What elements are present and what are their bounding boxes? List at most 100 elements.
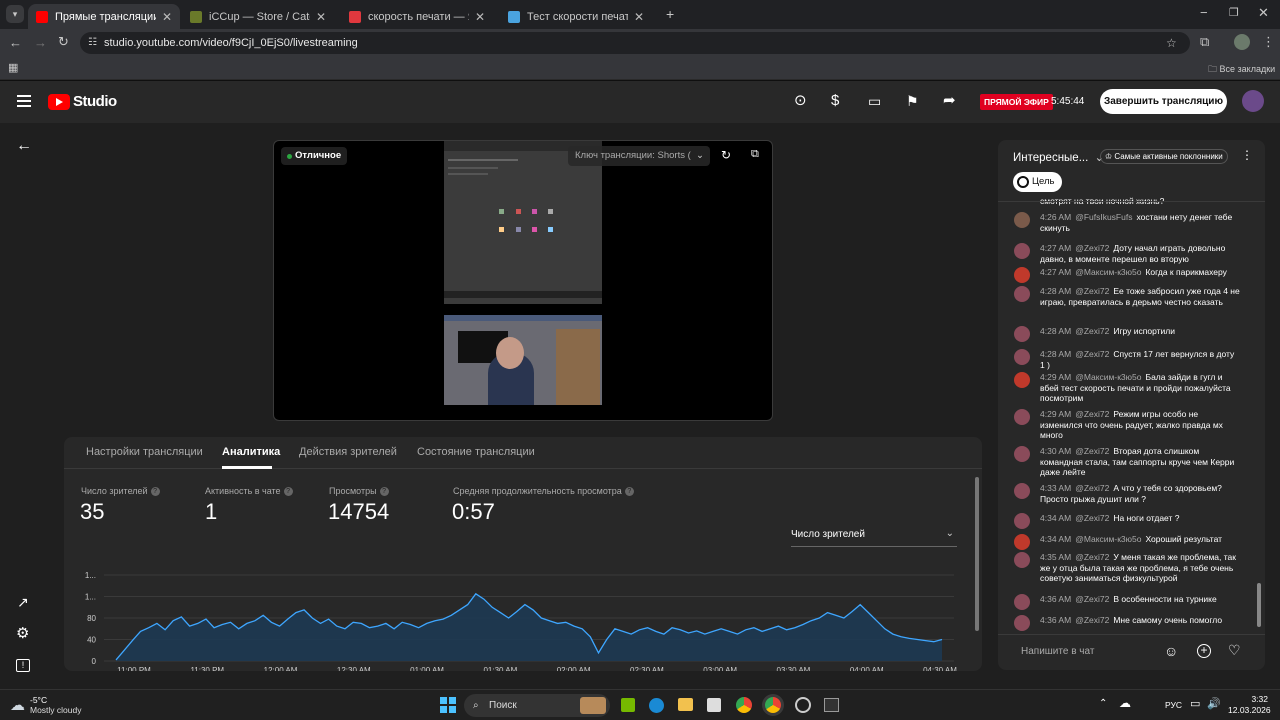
- chat-author[interactable]: @Zexi72: [1075, 552, 1109, 562]
- help-icon[interactable]: ?: [150, 487, 160, 497]
- tab-viewer-actions[interactable]: Действия зрителей: [299, 446, 397, 458]
- chrome-menu-icon[interactable]: ⋮: [1262, 35, 1275, 49]
- help-icon[interactable]: ?: [379, 487, 389, 497]
- tab-stream-status[interactable]: Состояние трансляции: [417, 446, 535, 458]
- chat-author[interactable]: @FufsIkusFufs: [1075, 212, 1132, 222]
- chat-author[interactable]: @Максим-к3ю5о: [1075, 534, 1141, 544]
- chat-author[interactable]: @Zexi72: [1075, 349, 1109, 359]
- chat-author[interactable]: @Zexi72: [1075, 286, 1109, 296]
- tray-network-icon[interactable]: ▭: [1190, 697, 1200, 710]
- chat-author[interactable]: @Максим-к3ю5о: [1075, 372, 1141, 382]
- tray-volume-icon[interactable]: 🔊: [1207, 697, 1221, 710]
- chat-author[interactable]: @Zexi72: [1075, 615, 1109, 625]
- apps-grid-icon[interactable]: ▦: [8, 61, 18, 75]
- chat-avatar[interactable]: [1014, 446, 1030, 462]
- chat-avatar[interactable]: [1014, 409, 1030, 425]
- media-icon[interactable]: ▭: [868, 94, 881, 108]
- help-icon[interactable]: ?: [283, 487, 293, 497]
- browser-tab[interactable]: скорость печати — Яндекс: на ✕: [341, 4, 493, 29]
- chat-avatar[interactable]: [1014, 243, 1030, 259]
- settings-gear-icon[interactable]: ⚙: [16, 626, 29, 641]
- terminal-app-icon[interactable]: [824, 698, 839, 712]
- tab-close-icon[interactable]: ✕: [162, 10, 172, 24]
- tab-search-icon[interactable]: ▾: [6, 5, 24, 23]
- share-icon[interactable]: ➦: [943, 93, 956, 108]
- browser-tab[interactable]: Тест скорости печати ✕: [500, 4, 652, 29]
- chat-author[interactable]: @Zexi72: [1075, 446, 1109, 456]
- card-scrollbar[interactable]: [975, 477, 979, 631]
- close-window-icon[interactable]: ✕: [1258, 6, 1269, 20]
- metric-select[interactable]: Число зрителей ⌄: [791, 528, 957, 547]
- chat-author[interactable]: @Zexi72: [1075, 409, 1109, 419]
- bookmark-icon[interactable]: ⚑: [906, 94, 919, 108]
- profile-avatar[interactable]: [1234, 34, 1250, 50]
- explorer-app-icon[interactable]: [678, 698, 693, 711]
- chat-avatar[interactable]: [1014, 349, 1030, 365]
- edge-app-icon[interactable]: [649, 698, 664, 713]
- refresh-key-icon[interactable]: ↻: [721, 148, 731, 162]
- weather-widget[interactable]: ☁ -5°C Mostly cloudy: [10, 695, 82, 715]
- forward-icon[interactable]: →: [34, 36, 47, 50]
- chat-avatar[interactable]: [1014, 534, 1030, 550]
- chat-avatar[interactable]: [1014, 326, 1030, 342]
- url-input[interactable]: ☷ studio.youtube.com/video/f9CjI_0EjS0/l…: [80, 32, 1190, 54]
- monetization-icon[interactable]: ⊙: [794, 93, 807, 108]
- stream-key-select[interactable]: Ключ трансляции: Shorts ( ⌄: [568, 146, 710, 166]
- chat-avatar[interactable]: [1014, 552, 1030, 568]
- heart-icon[interactable]: ♡: [1228, 642, 1241, 659]
- tray-clock[interactable]: 3:32 12.03.2026: [1228, 694, 1271, 716]
- maximize-icon[interactable]: ❐: [1229, 6, 1239, 20]
- chat-author[interactable]: @Zexi72: [1075, 513, 1109, 523]
- chat-avatar[interactable]: [1014, 513, 1030, 529]
- hamburger-menu-icon[interactable]: [17, 95, 31, 107]
- taskbar-search[interactable]: ⌕ Поиск: [464, 694, 610, 717]
- back-arrow-icon[interactable]: ←: [16, 138, 32, 154]
- stream-preview[interactable]: Отличное Ключ трансляции: Shorts ( ⌄ ↻ ⧉: [273, 140, 773, 421]
- channel-avatar[interactable]: [1242, 90, 1264, 112]
- tab-close-icon[interactable]: ✕: [316, 10, 326, 24]
- chat-avatar[interactable]: [1014, 267, 1030, 283]
- super-chat-icon[interactable]: $: [831, 93, 839, 108]
- extensions-icon[interactable]: ⧉: [1200, 35, 1209, 49]
- browser-tab[interactable]: Прямые трансляции - YouTube ✕: [28, 4, 180, 29]
- tab-stream-settings[interactable]: Настройки трансляции: [86, 446, 203, 458]
- chat-author[interactable]: @Максим-к3ю5о: [1075, 267, 1141, 277]
- chat-author[interactable]: @Zexi72: [1075, 483, 1109, 493]
- feedback-icon[interactable]: !: [16, 659, 30, 672]
- tray-language[interactable]: РУС: [1165, 700, 1182, 710]
- goal-button[interactable]: Цель: [1013, 172, 1062, 192]
- end-stream-button[interactable]: Завершить трансляцию: [1100, 89, 1227, 114]
- emoji-icon[interactable]: ☺: [1164, 643, 1178, 659]
- minimize-icon[interactable]: −: [1200, 6, 1208, 20]
- chat-author[interactable]: @Zexi72: [1075, 594, 1109, 604]
- store-app-icon[interactable]: [707, 698, 721, 712]
- help-icon[interactable]: ?: [624, 487, 634, 497]
- tray-cloud-icon[interactable]: ☁: [1119, 696, 1131, 710]
- chat-scrollbar[interactable]: [1257, 583, 1261, 627]
- obs-app-icon[interactable]: [795, 697, 811, 713]
- studio-logo[interactable]: Studio: [48, 93, 117, 110]
- tray-chevron-icon[interactable]: ⌃: [1099, 698, 1107, 709]
- tab-close-icon[interactable]: ✕: [475, 10, 485, 24]
- bookmark-star-icon[interactable]: ☆: [1166, 36, 1177, 50]
- chrome-active-app-icon[interactable]: [765, 697, 781, 713]
- all-bookmarks[interactable]: 🗀 Все закладки: [1208, 62, 1275, 78]
- start-windows-icon[interactable]: [440, 697, 456, 713]
- chrome-app-icon[interactable]: [736, 697, 752, 713]
- back-icon[interactable]: ←: [9, 36, 22, 50]
- chat-avatar[interactable]: [1014, 483, 1030, 499]
- chat-avatar[interactable]: [1014, 594, 1030, 610]
- add-icon[interactable]: +: [1197, 644, 1211, 658]
- chat-avatar[interactable]: [1014, 286, 1030, 302]
- chat-author[interactable]: @Zexi72: [1075, 243, 1109, 253]
- popout-icon[interactable]: ↗: [17, 595, 29, 609]
- tab-close-icon[interactable]: ✕: [634, 10, 644, 24]
- copy-key-icon[interactable]: ⧉: [751, 148, 759, 161]
- chat-avatar[interactable]: [1014, 372, 1030, 388]
- new-tab-icon[interactable]: +: [666, 7, 674, 21]
- chat-avatar[interactable]: [1014, 212, 1030, 228]
- browser-tab[interactable]: iCCup — Store / Category: iCCu ✕: [182, 4, 334, 29]
- nvidia-app-icon[interactable]: [621, 698, 635, 712]
- top-fans-button[interactable]: ♔ Самые активные поклонники: [1100, 149, 1228, 164]
- chat-menu-icon[interactable]: ⋮: [1241, 148, 1253, 162]
